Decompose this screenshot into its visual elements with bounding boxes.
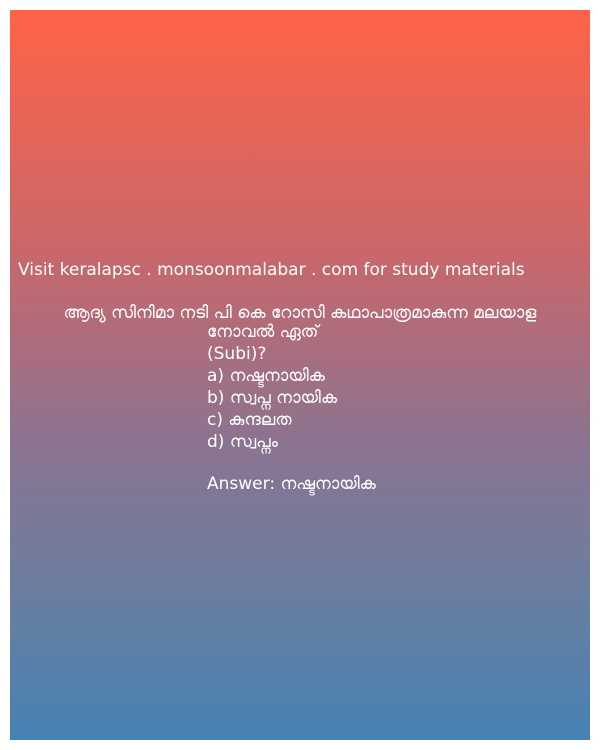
option-b: b) സ്വപ്ന നായിക [207,388,338,408]
question-text-line2: നോവൽ ഏത് [207,322,319,342]
option-c: c) കുന്ദലത [207,410,292,430]
option-a: a) നഷ്ടനായിക [207,366,325,386]
question-text-line3: (Subi)? [207,344,267,364]
answer-text: Answer: നഷ്ടനായിക [207,474,376,494]
option-d: d) സ്വപ്നം [207,432,278,452]
quiz-card: Visit keralapsc . monsoonmalabar . com f… [10,10,590,740]
question-block: നോവൽ ഏത് (Subi)? a) നഷ്ടനായിക b) സ്വപ്ന … [207,321,376,495]
question-text-line1: ആദ്യ സിനിമാ നടി പി കെ റോസി കഥാപാത്രമാകുന… [63,303,537,323]
visit-banner-text: Visit keralapsc . monsoonmalabar . com f… [18,260,525,280]
